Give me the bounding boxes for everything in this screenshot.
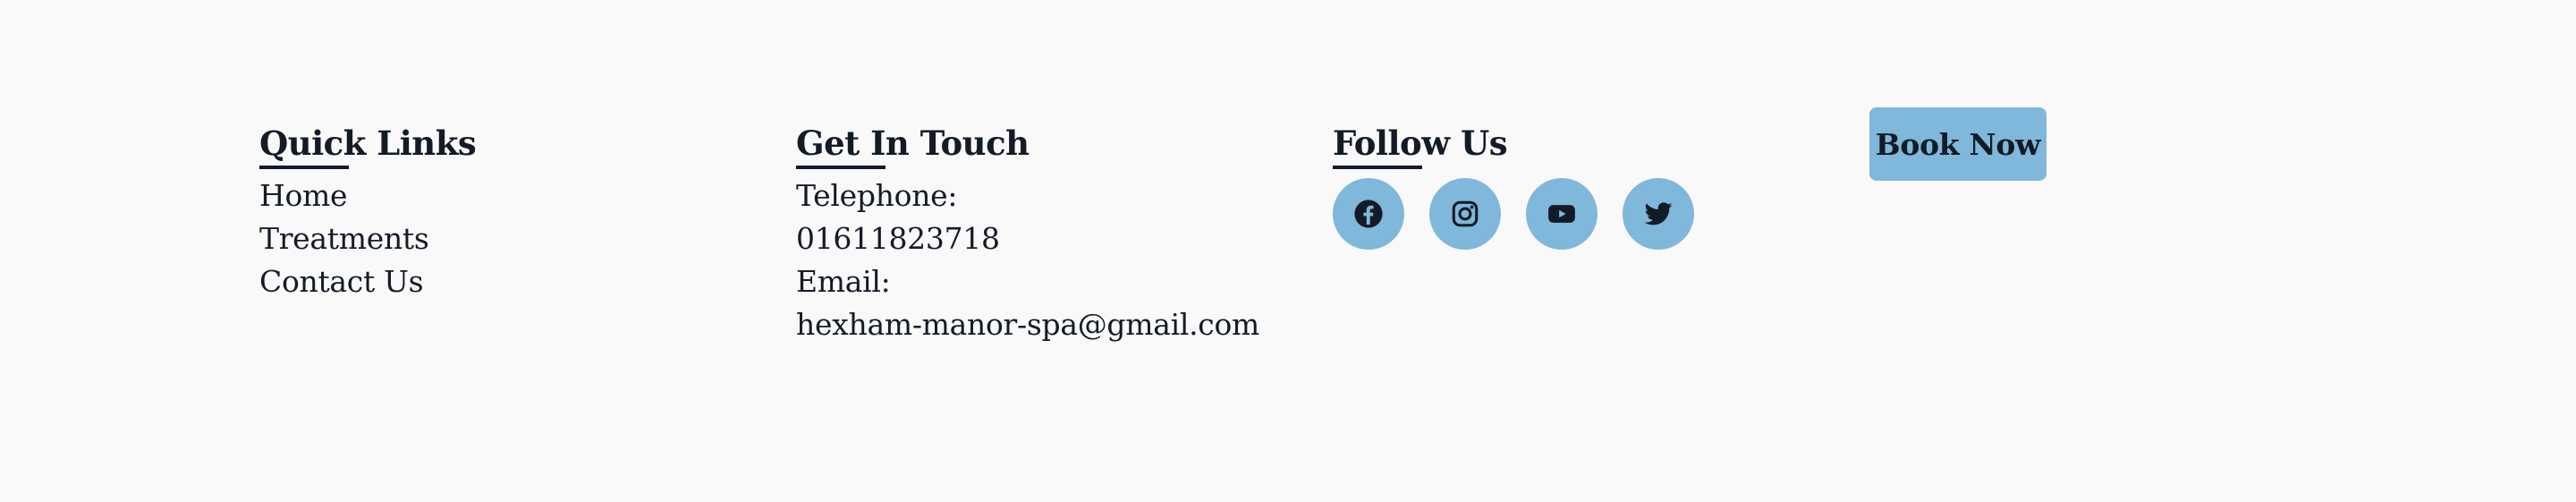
facebook-icon	[1354, 200, 1383, 228]
footer: Quick Links Home Treatments Contact Us G…	[0, 0, 2576, 502]
quick-links-heading: Quick Links	[259, 123, 477, 163]
email-address: hexham-manor-spa@gmail.com	[796, 307, 1260, 342]
twitter-link[interactable]	[1623, 178, 1694, 250]
email-label: Email:	[796, 264, 891, 299]
facebook-link[interactable]	[1333, 178, 1404, 250]
follow-us-section: Follow Us	[1333, 116, 1694, 250]
link-contact-us[interactable]: Contact Us	[259, 260, 476, 303]
link-treatments[interactable]: Treatments	[259, 217, 476, 260]
get-in-touch-section: Get In Touch Telephone: 01611823718 Emai…	[796, 116, 1259, 346]
telephone-number: 01611823718	[796, 221, 1000, 256]
telephone-label: Telephone:	[796, 178, 958, 213]
instagram-icon	[1452, 200, 1479, 227]
follow-us-heading: Follow Us	[1333, 123, 1508, 163]
youtube-link[interactable]	[1526, 178, 1597, 250]
contact-details: Telephone: 01611823718 Email: hexham-man…	[796, 174, 1259, 346]
quick-links-list: Home Treatments Contact Us	[259, 174, 476, 303]
youtube-icon	[1548, 205, 1575, 223]
quick-links-section: Quick Links Home Treatments Contact Us	[259, 116, 477, 303]
get-in-touch-heading: Get In Touch	[796, 123, 1030, 163]
link-home[interactable]: Home	[259, 174, 476, 217]
twitter-icon	[1644, 202, 1673, 225]
book-now-button[interactable]: Book Now	[1869, 107, 2046, 181]
instagram-link[interactable]	[1429, 178, 1501, 250]
social-links	[1333, 178, 1694, 250]
